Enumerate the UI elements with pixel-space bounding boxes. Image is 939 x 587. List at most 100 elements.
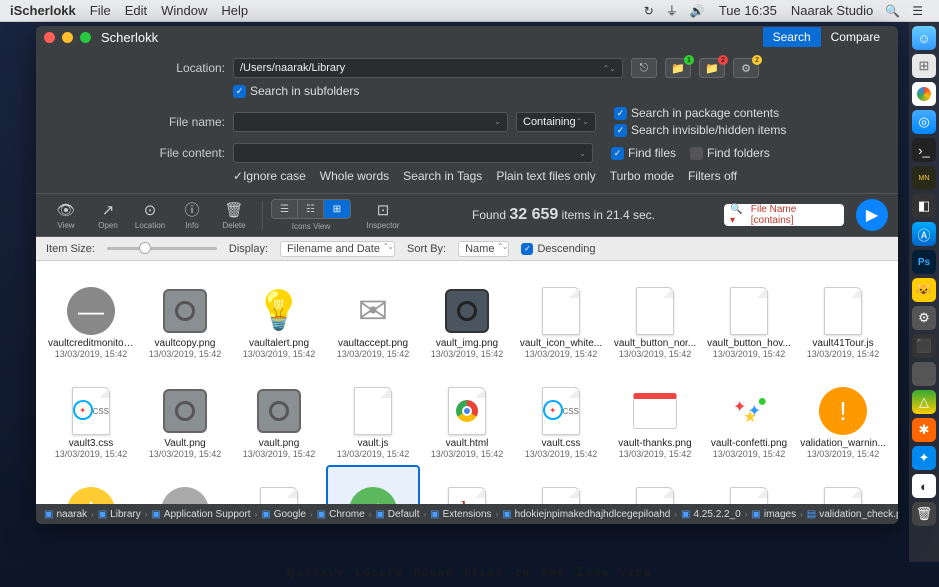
close-button[interactable]	[44, 32, 55, 43]
file-grid[interactable]: —vaultcreditmonitor...13/03/2019, 15:42v…	[36, 261, 898, 504]
pkg-contents-checkbox[interactable]: ✓Search in package contents	[614, 106, 786, 120]
dock-launchpad[interactable]: ⊞	[912, 54, 936, 78]
list-view-seg[interactable]: ☰	[272, 200, 298, 218]
subfolders-checkbox[interactable]: ✓Search in subfolders	[233, 84, 359, 98]
ignore-case-checkbox[interactable]: ✓Ignore case	[233, 169, 306, 183]
dock-app6[interactable]: ✦	[912, 446, 936, 470]
view-mode-segment[interactable]: ☰ ☷ ⊞	[271, 199, 351, 219]
file-item[interactable]: Vault.png13/03/2019, 15:42	[138, 365, 232, 465]
menu-icon[interactable]: ☰	[912, 4, 923, 18]
file-item[interactable]: ✓validation_check...13/03/2019, 15:42	[326, 465, 420, 504]
file-item[interactable]: —vaultcreditmonitor...13/03/2019, 15:42	[44, 265, 138, 365]
dock-settings[interactable]: ⚙	[912, 306, 936, 330]
file-item[interactable]: ✉vaultaccept.png13/03/2019, 15:42	[326, 265, 420, 365]
file-item[interactable]: vault_img.png13/03/2019, 15:42	[420, 265, 514, 365]
dock-finder[interactable]: ☺	[912, 26, 936, 50]
file-item[interactable]: ✦CSSvault.css13/03/2019, 15:42	[514, 365, 608, 465]
path-segment[interactable]: ▣Chrome	[317, 509, 365, 520]
account-name[interactable]: Naarak Studio	[791, 3, 873, 18]
folder-1-button[interactable]: 📁1	[665, 58, 691, 78]
filters-off-checkbox[interactable]: Filters off	[688, 169, 737, 183]
path-segment[interactable]: ▣hdokiejnpimakedhajhdlcegepiloahd	[502, 509, 670, 520]
path-segment[interactable]: ▣Library	[98, 509, 141, 520]
folder-2-button[interactable]: 📁2	[699, 58, 725, 78]
path-segment[interactable]: ▣Application Support	[151, 509, 250, 520]
file-item[interactable]: ✦●★✦vault-confetti.png13/03/2019, 15:42	[702, 365, 796, 465]
file-item[interactable]: validation_empty...13/03/2019, 15:42	[232, 465, 326, 504]
file-item[interactable]: utils_cs.js13/03/2019, 15:42	[702, 465, 796, 504]
dock-app3[interactable]: 😺	[912, 278, 936, 302]
file-item[interactable]: vault_icon_white...13/03/2019, 15:42	[514, 265, 608, 365]
item-size-slider[interactable]	[107, 247, 217, 250]
file-item[interactable]: vault_button_hov...13/03/2019, 15:42	[702, 265, 796, 365]
find-files-checkbox[interactable]: ✓Find files	[611, 146, 676, 160]
file-item[interactable]: !validation_warnin...13/03/2019, 15:42	[44, 465, 138, 504]
menu-help[interactable]: Help	[221, 3, 248, 18]
turbo-checkbox[interactable]: Turbo mode	[610, 169, 674, 183]
file-item[interactable]: v_water-1@2x.vm...29/09/2018, 16:27	[514, 465, 608, 504]
path-segment[interactable]: ▤validation_check.png	[807, 509, 898, 520]
descending-checkbox[interactable]: ✓Descending	[521, 243, 595, 255]
hidden-checkbox[interactable]: ✓Search invisible/hidden items	[614, 123, 786, 137]
display-select[interactable]: Filename and Date	[280, 241, 395, 257]
file-item[interactable]: —validation_grey.png13/03/2019, 15:42	[138, 465, 232, 504]
menu-file[interactable]: File	[90, 3, 111, 18]
path-segment[interactable]: ▣images	[751, 509, 796, 520]
sortby-select[interactable]: Name	[458, 241, 509, 257]
search-tab[interactable]: Search	[763, 27, 821, 47]
file-item[interactable]: vault41Tour.js13/03/2019, 15:42	[796, 265, 890, 365]
info-tool[interactable]: ⓘInfo	[172, 201, 212, 230]
dock-terminal[interactable]: ›_	[912, 138, 936, 162]
compare-tab[interactable]: Compare	[821, 27, 890, 47]
dock-app2[interactable]: ◧	[912, 194, 936, 218]
path-segment[interactable]: ▣Extensions	[430, 509, 491, 520]
find-folders-checkbox[interactable]: Find folders	[690, 146, 770, 160]
dock-app7[interactable]: ◐	[912, 474, 936, 498]
history-icon[interactable]: ↻	[644, 4, 654, 18]
file-item[interactable]: vaultcopy.png13/03/2019, 15:42	[138, 265, 232, 365]
dock-app4[interactable]: ⬛	[912, 334, 936, 358]
dock-appstore[interactable]: Ⓐ	[912, 222, 936, 246]
dock-safari[interactable]: ◎	[912, 110, 936, 134]
file-item[interactable]: vault.html13/03/2019, 15:42	[420, 365, 514, 465]
plain-text-checkbox[interactable]: Plain text files only	[496, 169, 595, 183]
wifi-icon[interactable]: ⏚	[666, 2, 678, 19]
minimize-button[interactable]	[62, 32, 73, 43]
file-item[interactable]: vault.png13/03/2019, 15:42	[232, 365, 326, 465]
search-tags-checkbox[interactable]: Search in Tags	[403, 169, 482, 183]
dock-photoshop[interactable]: Ps	[912, 250, 936, 274]
dock-app5[interactable]: ✱	[912, 418, 936, 442]
file-item[interactable]: 💡vaultalert.png13/03/2019, 15:42	[232, 265, 326, 365]
menu-window[interactable]: Window	[161, 3, 207, 18]
zoom-button[interactable]	[80, 32, 91, 43]
filter-input[interactable]: 🔍▾File Name [contains]	[724, 204, 844, 226]
path-segment[interactable]: ▣Default	[375, 509, 419, 520]
whole-words-checkbox[interactable]: Whole words	[320, 169, 389, 183]
spotlight-icon[interactable]: 🔍	[885, 4, 900, 18]
dock-chrome[interactable]	[912, 82, 936, 106]
file-item[interactable]: vault_button_nor...13/03/2019, 15:42	[608, 265, 702, 365]
play-button[interactable]: ▶	[856, 199, 888, 231]
reveal-button[interactable]: ⎋	[631, 58, 657, 78]
traffic-lights[interactable]	[44, 32, 91, 43]
path-segment[interactable]: ▣Google	[261, 509, 306, 520]
path-segment[interactable]: ▣4.25.2.2_0	[681, 509, 741, 520]
inspector-tool[interactable]: ⊡Inspector	[363, 201, 403, 230]
file-item[interactable]: vault-thanks.png13/03/2019, 15:42	[608, 365, 702, 465]
file-item[interactable]: ✦CSSvault3.css13/03/2019, 15:42	[44, 365, 138, 465]
delete-tool[interactable]: 🗑Delete	[214, 201, 254, 230]
dock-trash[interactable]: 🗑	[912, 502, 936, 526]
containing-select[interactable]: Containing⌃⌄	[516, 112, 596, 132]
menu-edit[interactable]: Edit	[125, 3, 147, 18]
settings-button[interactable]: ⚙2	[733, 58, 759, 78]
location-field[interactable]: /Users/naarak/Library⌃⌄	[233, 58, 623, 78]
file-item[interactable]: vault.js13/03/2019, 15:42	[326, 365, 420, 465]
path-segment[interactable]: ▣naarak	[44, 509, 87, 520]
dock-drive[interactable]: △	[912, 390, 936, 414]
file-item[interactable]: v_water-1.vmap429/09/2018, 01:31	[608, 465, 702, 504]
filename-field[interactable]: ⌄	[233, 112, 508, 132]
volume-icon[interactable]: 🔊	[690, 4, 705, 18]
filecontent-field[interactable]: ⌄	[233, 143, 593, 163]
file-item[interactable]: UserPresets.json14/02/2019, 15:49	[796, 465, 890, 504]
column-view-seg[interactable]: ☷	[298, 200, 324, 218]
